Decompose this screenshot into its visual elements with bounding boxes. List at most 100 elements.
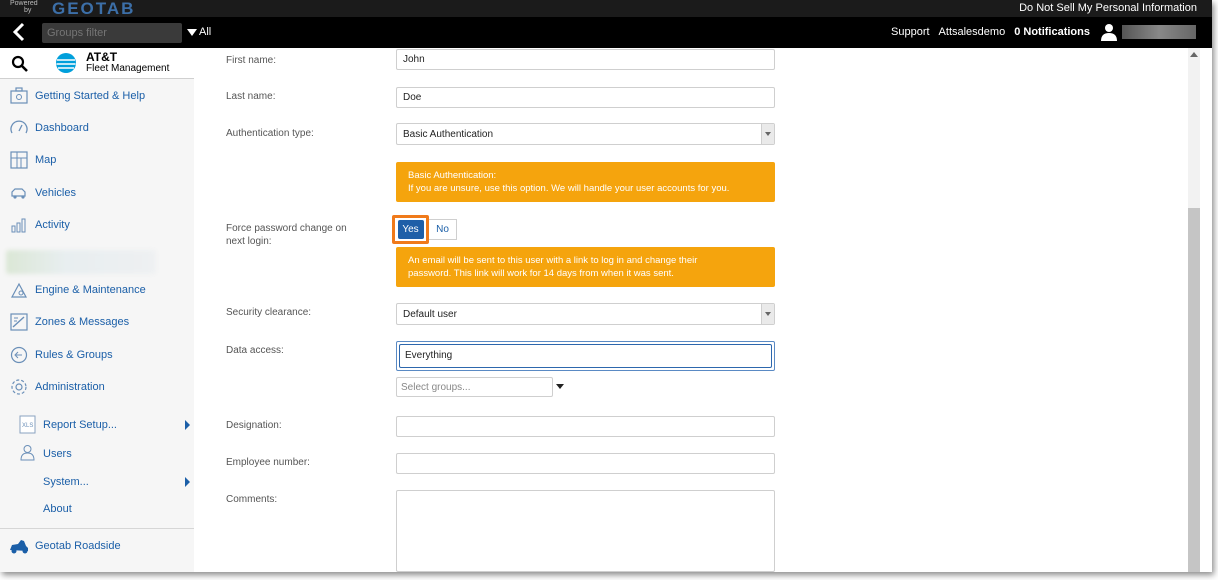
vehicle-icon (11, 188, 26, 199)
brand-line1: AT&T (86, 50, 118, 64)
main-scrollbar[interactable] (1188, 48, 1200, 572)
att-globe-logo-icon (56, 53, 76, 73)
all-label: All (199, 26, 212, 38)
caret-down-icon (187, 28, 197, 36)
yes-button[interactable]: Yes (392, 215, 429, 244)
employee-number-label: Employee number: (226, 457, 310, 468)
employee-number-field[interactable] (396, 453, 775, 474)
designation-field[interactable] (396, 416, 775, 437)
security-clearance-label: Security clearance: (226, 307, 312, 318)
sidebar-subitem-label: Report Setup... (43, 419, 117, 431)
force-password-label: Force password change on next login: (226, 222, 347, 248)
user-avatar-icon[interactable] (1100, 23, 1118, 41)
force-password-toggle: Yes No (392, 215, 457, 244)
security-clearance-value: Default user (403, 309, 457, 320)
sidebar-subitem-label: Users (43, 448, 72, 460)
gear-icon (11, 379, 27, 395)
sidebar-item-label: Rules & Groups (35, 349, 113, 361)
sidebar-item-vehicles[interactable]: Vehicles (0, 179, 194, 207)
sidebar-item-zones-messages[interactable]: Zones & Messages (0, 308, 194, 336)
sidebar-subitem-report-setup[interactable]: XLS Report Setup... (0, 414, 194, 436)
no-button[interactable]: No (429, 219, 457, 240)
first-name-label: First name: (226, 55, 277, 66)
sidebar-item-label: Dashboard (35, 122, 89, 134)
auth-type-label: Authentication type: (226, 128, 314, 139)
att-brand-text: AT&T Fleet Management (86, 50, 170, 74)
force-password-info-line1: An email will be sent to this user with … (408, 255, 698, 266)
sidebar-item-administration[interactable]: Administration (0, 373, 194, 401)
back-arrow-icon[interactable] (10, 22, 28, 42)
do-not-sell-link[interactable]: Do Not Sell My Personal Information (1019, 2, 1197, 14)
sidebar-subitem-label: System... (43, 476, 89, 488)
sidebar-item-label: Activity (35, 219, 70, 231)
sidebar-item-geotab-roadside[interactable]: Geotab Roadside (0, 532, 194, 560)
support-link[interactable]: Support (891, 26, 930, 38)
force-password-info-banner: An email will be sent to this user with … (396, 247, 775, 287)
top-strip: Powered by GEOTAB Do Not Sell My Persona… (0, 0, 1212, 18)
comments-textarea[interactable] (396, 490, 775, 572)
data-access-field[interactable]: Everything (396, 341, 775, 371)
sidebar-item-label: Administration (35, 381, 105, 393)
sidebar-item-label: Engine & Maintenance (35, 284, 146, 296)
dashboard-icon (10, 120, 28, 134)
sidebar-item-map[interactable]: Map (0, 146, 194, 174)
security-clearance-select[interactable]: Default user (396, 303, 775, 325)
sidebar-subitem-users[interactable]: Users (0, 443, 194, 465)
by-label: by (24, 7, 32, 14)
last-name-field[interactable]: Doe (396, 87, 775, 108)
engine-icon (10, 282, 28, 298)
user-icon (20, 445, 35, 461)
zones-icon (10, 313, 28, 331)
sidebar-item-rules-groups[interactable]: Rules & Groups (0, 341, 194, 369)
auth-info-text: If you are unsure, use this option. We w… (408, 183, 730, 194)
force-password-info-line2: password. This link will work for 14 day… (408, 268, 674, 279)
user-edit-form: First name: John Last name: Doe Authenti… (194, 48, 1188, 572)
sidebar-item-redacted[interactable] (6, 250, 156, 274)
all-groups-dropdown[interactable]: All (187, 26, 211, 38)
account-link[interactable]: Attsalesdemo (939, 26, 1006, 38)
groups-filter-input[interactable] (42, 23, 182, 43)
data-access-value: Everything (399, 344, 772, 368)
rules-icon (10, 346, 28, 364)
brand-row: AT&T Fleet Management (0, 48, 194, 79)
sidebar-divider (0, 528, 194, 529)
scrollbar-thumb[interactable] (1188, 208, 1200, 572)
header-bar: All Support Attsalesdemo 0 Notifications (0, 17, 1212, 48)
sidebar-item-label: Geotab Roadside (35, 540, 121, 552)
first-name-field[interactable]: John (396, 49, 775, 70)
sidebar-item-activity[interactable]: Activity (0, 211, 194, 239)
sidebar-item-getting-started[interactable]: Getting Started & Help (0, 82, 194, 110)
chevron-down-icon (761, 124, 774, 144)
select-groups-input[interactable]: Select groups... (396, 377, 553, 397)
chevron-down-icon (761, 304, 774, 324)
sidebar: AT&T Fleet Management Getting Started & … (0, 48, 194, 572)
activity-icon (11, 218, 26, 233)
scroll-up-arrow-icon[interactable] (1190, 52, 1198, 57)
auth-type-value: Basic Authentication (403, 129, 494, 140)
auth-info-title: Basic Authentication: (408, 170, 497, 181)
sidebar-item-label: Map (35, 154, 57, 166)
sidebar-item-dashboard[interactable]: Dashboard (0, 114, 194, 142)
sidebar-item-label: Getting Started & Help (35, 90, 146, 102)
sidebar-item-engine-maintenance[interactable]: Engine & Maintenance (0, 276, 194, 304)
chevron-right-icon (185, 420, 190, 430)
search-icon[interactable] (11, 55, 29, 73)
sidebar-subitem-about[interactable]: About (0, 498, 194, 520)
powered-label: Powered (10, 0, 38, 7)
chevron-right-icon (185, 477, 190, 487)
sidebar-item-label: Vehicles (35, 187, 76, 199)
comments-label: Comments: (226, 494, 278, 505)
designation-label: Designation: (226, 420, 282, 431)
svg-text:XLS: XLS (22, 423, 33, 429)
roadside-icon (10, 540, 28, 554)
brand-line2: Fleet Management (86, 63, 170, 74)
notifications-link[interactable]: 0 Notifications (1014, 26, 1090, 38)
sidebar-subitem-system[interactable]: System... (0, 471, 194, 493)
caret-down-icon[interactable] (556, 384, 564, 389)
auth-type-select[interactable]: Basic Authentication (396, 123, 775, 145)
header-right: Support Attsalesdemo 0 Notifications (882, 23, 1196, 41)
yes-button-label: Yes (397, 220, 424, 239)
sidebar-item-label: Zones & Messages (35, 316, 130, 328)
help-icon (10, 87, 28, 104)
user-name-redacted[interactable] (1122, 25, 1196, 39)
